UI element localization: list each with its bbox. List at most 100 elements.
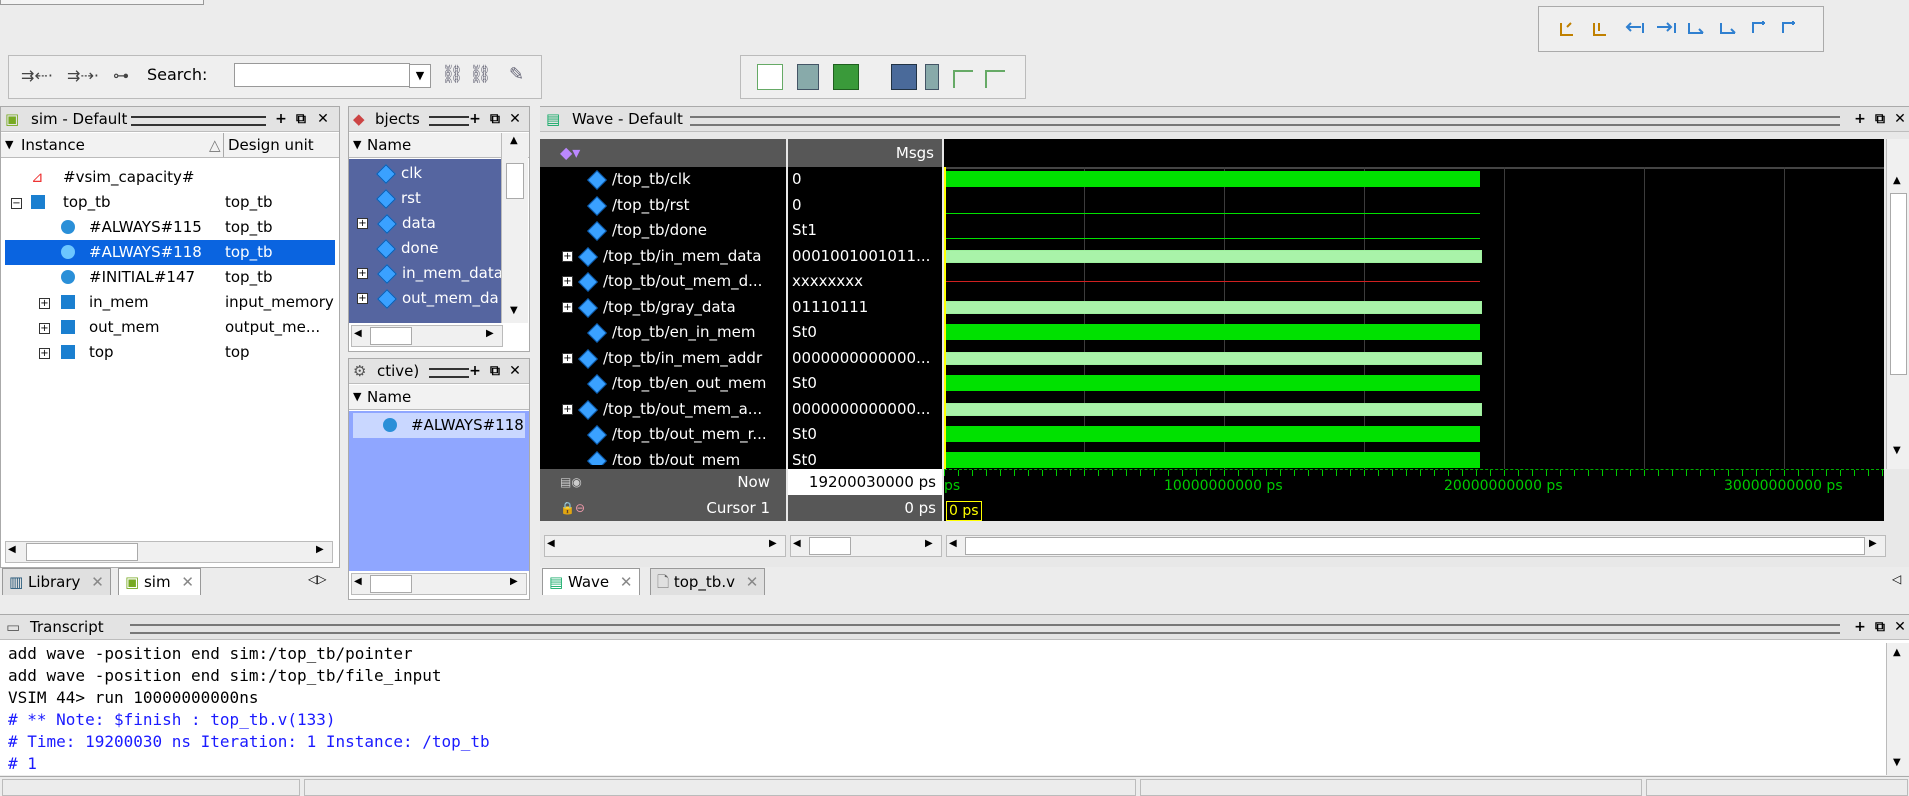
scroll-right-icon[interactable]: ▶ xyxy=(510,576,518,587)
panel-grip[interactable] xyxy=(690,116,1840,126)
scroll-down-icon[interactable]: ▼ xyxy=(510,305,518,316)
follow-icon[interactable]: ⊶ xyxy=(113,66,129,85)
scroll-left-icon[interactable]: ◀ xyxy=(547,538,555,549)
scroll-thumb[interactable] xyxy=(370,327,412,345)
expand-icon[interactable]: + xyxy=(562,276,573,287)
scroll-left-icon[interactable]: ◀ xyxy=(8,544,16,555)
expand-icon[interactable]: + xyxy=(562,404,573,415)
list-item[interactable]: + data xyxy=(349,211,501,236)
names-hscrollbar[interactable]: ◀ ▶ xyxy=(544,535,786,557)
expand-icon[interactable]: + xyxy=(357,218,368,229)
edge-next-icon[interactable] xyxy=(985,70,1005,88)
expand-icon[interactable]: ⇉⇢· xyxy=(67,66,99,85)
close-icon[interactable]: ✕ xyxy=(507,363,523,379)
tab-close-icon[interactable]: ✕ xyxy=(181,573,194,591)
col-design-unit[interactable]: Design unit xyxy=(223,133,314,157)
values-hscrollbar[interactable]: ◀ ▶ xyxy=(790,535,942,557)
scroll-right-icon[interactable]: ▶ xyxy=(316,544,324,555)
close-icon[interactable]: ✕ xyxy=(507,111,523,127)
expand-icon[interactable]: + xyxy=(357,268,368,279)
scroll-down-icon[interactable]: ▼ xyxy=(1893,757,1901,768)
signal-row[interactable]: /top_tb/clk xyxy=(540,167,786,192)
undock-icon[interactable]: ⧉ xyxy=(293,111,309,127)
scroll-up-icon[interactable]: ▲ xyxy=(1893,647,1901,658)
list-item[interactable]: rst xyxy=(349,186,501,211)
signal-row[interactable]: /top_tb/rst xyxy=(540,193,786,218)
undock-icon[interactable]: ⧉ xyxy=(1872,111,1888,127)
find-all-icon[interactable]: ⛓ xyxy=(469,64,492,85)
cursor-line[interactable] xyxy=(944,167,946,469)
scroll-right-icon[interactable]: ▶ xyxy=(1869,538,1877,549)
expand-icon[interactable]: + xyxy=(39,323,50,334)
list-item[interactable]: clk xyxy=(349,161,501,186)
tab-wave[interactable]: ▤ Wave ✕ xyxy=(542,568,640,595)
sort-icon[interactable]: ▼ xyxy=(5,133,13,157)
tree-row[interactable]: + in_mem input_memory xyxy=(1,290,334,315)
col-name[interactable]: Name xyxy=(367,385,411,409)
scroll-thumb[interactable] xyxy=(809,537,851,555)
transcript-vscrollbar[interactable]: ▲ ▼ xyxy=(1886,643,1909,775)
scroll-right-icon[interactable]: ▶ xyxy=(925,538,933,549)
expand-icon[interactable]: + xyxy=(562,353,573,364)
tree-row-selected[interactable]: #ALWAYS#118 top_tb xyxy=(5,240,335,265)
scroll-right-icon[interactable]: ▶ xyxy=(769,538,777,549)
panel-grip[interactable] xyxy=(429,116,469,126)
search-input[interactable] xyxy=(234,63,410,87)
cursor-tools-icon[interactable]: 🔒⊖ xyxy=(560,501,585,515)
expand-icon[interactable]: + xyxy=(562,302,573,313)
scroll-down-icon[interactable]: ▼ xyxy=(1893,445,1901,456)
contains-icon[interactable]: ⇉⇠· xyxy=(21,66,53,85)
tab-close-icon[interactable]: ✕ xyxy=(620,573,633,591)
timeline[interactable]: ps 10000000000 ps 20000000000 ps 3000000000… xyxy=(944,469,1884,521)
signal-row[interactable]: /top_tb/out_mem_r... xyxy=(540,422,786,447)
dock-icon[interactable]: + xyxy=(1852,619,1868,635)
expand-icon[interactable]: + xyxy=(357,293,368,304)
tree-row[interactable]: ⊿ #vsim_capacity# xyxy=(1,165,331,190)
scroll-thumb[interactable] xyxy=(370,575,412,593)
zoom-out-icon[interactable] xyxy=(833,64,859,90)
panel-grip[interactable] xyxy=(131,116,266,126)
list-item[interactable]: #ALWAYS#118 xyxy=(353,413,525,438)
expand-icon[interactable]: + xyxy=(39,348,50,359)
zoom-region-icon[interactable] xyxy=(891,64,917,90)
objects-hscrollbar[interactable]: ◀ ▶ xyxy=(351,325,503,347)
dock-icon[interactable]: + xyxy=(467,111,483,127)
tab-scroll-icon[interactable]: ◁▷ xyxy=(308,572,326,586)
scroll-thumb[interactable] xyxy=(506,163,524,199)
undock-icon[interactable]: ⧉ xyxy=(487,363,503,379)
zoom-full-icon[interactable] xyxy=(757,64,783,90)
edge-prev-icon[interactable] xyxy=(953,70,973,88)
panel-grip[interactable] xyxy=(429,368,469,378)
scroll-left-icon[interactable]: ◀ xyxy=(354,328,362,339)
processes-hscrollbar[interactable]: ◀ ▶ xyxy=(351,573,527,595)
wave-vscrollbar[interactable]: ▲ ▼ xyxy=(1886,139,1909,469)
dock-icon[interactable]: + xyxy=(467,363,483,379)
waveform-area[interactable] xyxy=(944,139,1884,469)
scroll-thumb[interactable] xyxy=(1890,193,1907,375)
transcript-log[interactable]: add wave -position end sim:/top_tb/point… xyxy=(0,643,1880,775)
insert-cursor-icon[interactable] xyxy=(925,64,939,90)
tree-row[interactable]: + top top xyxy=(1,340,331,365)
clear-search-icon[interactable]: ✎ xyxy=(509,64,524,85)
wave-hscrollbar[interactable]: ◀ ▶ xyxy=(946,535,1886,557)
tree-row[interactable]: #ALWAYS#115 top_tb xyxy=(1,215,331,240)
signal-row[interactable]: /top_tb/done xyxy=(540,218,786,243)
dock-icon[interactable]: + xyxy=(273,111,289,127)
scroll-up-icon[interactable]: ▲ xyxy=(510,135,518,146)
signal-row[interactable]: + /top_tb/out_mem_a... xyxy=(540,397,786,422)
undock-icon[interactable]: ⧉ xyxy=(1872,619,1888,635)
objects-vscrollbar[interactable]: ▲ ▼ xyxy=(501,133,528,323)
collapse-icon[interactable]: − xyxy=(11,198,22,209)
signal-filter-icon[interactable]: ◆▾ xyxy=(560,143,580,162)
scroll-left-icon[interactable]: ◀ xyxy=(793,538,801,549)
signal-row[interactable]: /top_tb/en_in_mem xyxy=(540,320,786,345)
col-instance[interactable]: Instance xyxy=(21,133,85,157)
sim-hscrollbar[interactable]: ◀ ▶ xyxy=(5,541,333,563)
scroll-thumb[interactable] xyxy=(26,543,138,561)
undock-icon[interactable]: ⧉ xyxy=(487,111,503,127)
now-tools-icon[interactable]: ▤◉ xyxy=(560,475,582,489)
tab-close-icon[interactable]: ✕ xyxy=(746,573,759,591)
scroll-right-icon[interactable]: ▶ xyxy=(486,328,494,339)
scroll-left-icon[interactable]: ◀ xyxy=(354,576,362,587)
dock-icon[interactable]: + xyxy=(1852,111,1868,127)
